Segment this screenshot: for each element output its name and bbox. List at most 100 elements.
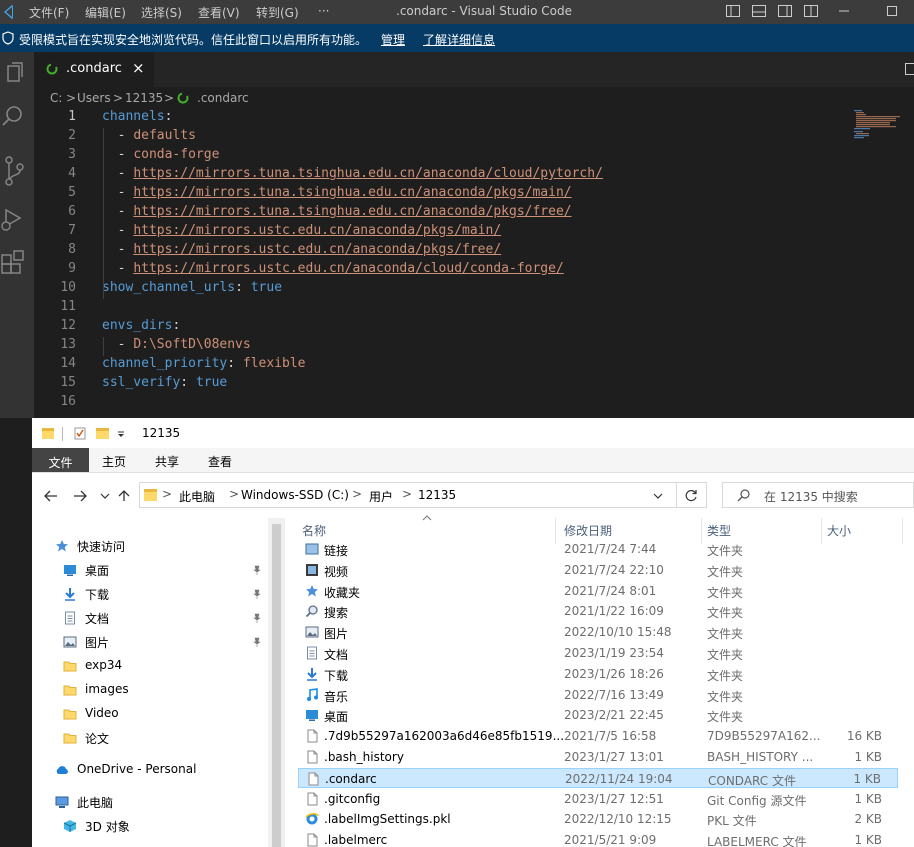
nav-item-folder[interactable]: 论文 (32, 727, 264, 749)
url-token[interactable]: https://mirrors.tuna.tsinghua.edu.cn/ana… (133, 204, 571, 219)
editor-tabs: .condarc × (34, 52, 914, 87)
nav-scrollbar-thumb[interactable] (272, 524, 281, 847)
url-token[interactable]: https://mirrors.tuna.tsinghua.edu.cn/ana… (133, 185, 571, 200)
breadcrumb-file[interactable]: .condarc (197, 91, 249, 105)
nav-item-desktop[interactable]: 桌面 (32, 559, 264, 581)
refresh-button[interactable] (677, 482, 707, 508)
learn-more-link[interactable]: 了解详细信息 (423, 31, 495, 48)
column-header-name[interactable]: 名称 (302, 522, 326, 539)
pin-icon[interactable] (252, 589, 262, 599)
maximize-icon[interactable] (884, 3, 900, 19)
nav-scrollbar[interactable] (268, 518, 285, 847)
ribbon-tab-view[interactable]: 查看 (200, 448, 240, 472)
column-divider[interactable] (902, 518, 903, 544)
file-row[interactable]: .bash_history 2023/1/27 13:01 BASH_HISTORY… (298, 747, 898, 767)
line-number: 5 (68, 185, 76, 200)
nav-item-cube[interactable]: 3D 对象 (32, 815, 264, 837)
chevron-down-icon[interactable] (653, 492, 663, 500)
address-bar[interactable]: > 此电脑 > Windows-SSD (C:) > 用户 > 12135 (139, 482, 677, 508)
customize-toolbar-icon[interactable] (116, 430, 126, 438)
nav-item-folder[interactable]: images (32, 679, 264, 701)
nav-item-doc[interactable]: 文档 (32, 607, 264, 629)
file-row[interactable]: .gitconfig 2023/1/27 12:51 Git Config 源文件 1… (298, 789, 898, 809)
pin-icon[interactable] (252, 565, 262, 575)
file-row[interactable]: 链接 2021/7/24 7:44 文件夹 (298, 539, 898, 559)
toggle-sidebar-icon[interactable] (725, 3, 741, 19)
manage-link[interactable]: 管理 (381, 31, 405, 48)
nav-item-folder[interactable]: exp34 (32, 655, 264, 677)
breadcrumb-users[interactable]: Users (77, 91, 111, 105)
ribbon-tab-share[interactable]: 共享 (147, 448, 187, 472)
nav-item-pic[interactable]: 图片 (32, 631, 264, 653)
file-row[interactable]: 搜索 2021/1/22 16:09 文件夹 (298, 601, 898, 621)
column-header-type[interactable]: 类型 (707, 522, 731, 539)
nav-item-label: 此电脑 (77, 796, 114, 810)
split-editor-icon[interactable] (904, 62, 914, 76)
file-row[interactable]: 下载 2023/1/26 18:26 文件夹 (298, 664, 898, 684)
file-size: 2 KB (854, 812, 882, 827)
nav-item-pc[interactable]: 此电脑 (32, 791, 264, 813)
customize-layout-icon[interactable] (803, 3, 819, 19)
conda-file-icon (177, 92, 189, 104)
menu-go[interactable]: 转到(G) (256, 4, 299, 21)
file-row[interactable]: .condarc 2022/11/24 19:04 CONDARC 文件 1 KB (298, 767, 898, 788)
breadcrumb-drive[interactable]: C: (50, 91, 62, 105)
ribbon-tab-home[interactable]: 主页 (94, 448, 134, 472)
search-icon[interactable] (0, 98, 34, 138)
menu-edit[interactable]: 编辑(E) (85, 4, 126, 21)
file-row[interactable]: 音乐 2022/7/16 13:49 文件夹 (298, 685, 898, 705)
toggle-secondary-sidebar-icon[interactable] (777, 3, 793, 19)
nav-item-download[interactable]: 下载 (32, 583, 264, 605)
column-header-size[interactable]: 大小 (827, 522, 851, 539)
ribbon-tab-file[interactable]: 文件 (32, 448, 89, 472)
address-this-pc[interactable]: 此电脑 (179, 488, 215, 505)
file-row[interactable]: 文档 2023/1/19 23:54 文件夹 (298, 643, 898, 663)
url-token[interactable]: https://mirrors.tuna.tsinghua.edu.cn/ana… (133, 166, 603, 181)
file-row[interactable]: 图片 2022/10/10 15:48 文件夹 (298, 622, 898, 642)
explorer-icon[interactable] (0, 54, 34, 94)
menu-file[interactable]: 文件(F) (29, 4, 69, 21)
breadcrumb-user[interactable]: 12135 (125, 91, 163, 105)
file-row[interactable]: .labelImgSettings.pkl 2022/12/10 12:15 PKL… (298, 809, 898, 829)
forward-arrow-icon[interactable] (73, 490, 87, 502)
run-debug-icon[interactable] (0, 198, 34, 238)
file-row[interactable]: .labelmerc 2021/5/21 9:09 LABELMERC 文件 1 KB (298, 830, 898, 847)
search-box[interactable]: 在 12135 中搜索 (722, 482, 914, 508)
recent-locations-icon[interactable] (100, 492, 110, 500)
file-row[interactable]: 桌面 2023/2/21 22:45 文件夹 (298, 705, 898, 725)
address-user-folder[interactable]: 12135 (418, 488, 456, 502)
minimap[interactable] (852, 109, 902, 149)
column-header-date[interactable]: 修改日期 (564, 522, 612, 539)
minimize-icon[interactable] (836, 3, 852, 19)
nav-item-star[interactable]: 快速访问 (32, 535, 264, 557)
url-token[interactable]: https://mirrors.ustc.edu.cn/anaconda/pkg… (133, 223, 501, 238)
nav-item-cloud[interactable]: OneDrive - Personal (32, 759, 264, 781)
toggle-panel-icon[interactable] (751, 3, 767, 19)
pin-icon[interactable] (252, 613, 262, 623)
menu-view[interactable]: 查看(V) (198, 4, 240, 21)
url-token[interactable]: https://mirrors.ustc.edu.cn/anaconda/pkg… (133, 242, 501, 257)
menu-selection[interactable]: 选择(S) (141, 4, 182, 21)
file-type: 文件夹 (707, 606, 744, 621)
tab-close-icon[interactable]: × (132, 59, 145, 77)
pin-icon[interactable] (252, 637, 262, 647)
file-row[interactable]: 视频 2021/7/24 22:10 文件夹 (298, 560, 898, 580)
value-token: - (102, 242, 134, 257)
url-token[interactable]: https://mirrors.ustc.edu.cn/anaconda/clo… (133, 261, 563, 276)
extensions-icon[interactable] (0, 246, 34, 286)
address-drive[interactable]: Windows-SSD (C:) (241, 488, 349, 502)
up-arrow-icon[interactable] (118, 489, 130, 502)
properties-icon[interactable] (74, 427, 86, 440)
tab-condarc[interactable]: .condarc × (34, 52, 154, 87)
address-users[interactable]: 用户 (369, 488, 393, 505)
back-arrow-icon[interactable] (44, 490, 58, 502)
line-number: 2 (68, 128, 76, 143)
file-row[interactable]: 收藏夹 2021/7/24 8:01 文件夹 (298, 581, 898, 601)
menu-more[interactable]: ··· (318, 4, 329, 18)
nav-item-folder[interactable]: Video (32, 703, 264, 725)
line-number: 10 (60, 280, 76, 295)
new-folder-icon[interactable] (96, 428, 109, 439)
code-editor[interactable]: 1 2 3 4 5 6 7 8 9 10 11 12 13 14 15 16 channels: - defa… (34, 109, 914, 418)
source-control-icon[interactable] (0, 152, 34, 192)
file-row[interactable]: .7d9b55297a162003a6d46e85fb1519... 2021/7… (298, 726, 898, 746)
